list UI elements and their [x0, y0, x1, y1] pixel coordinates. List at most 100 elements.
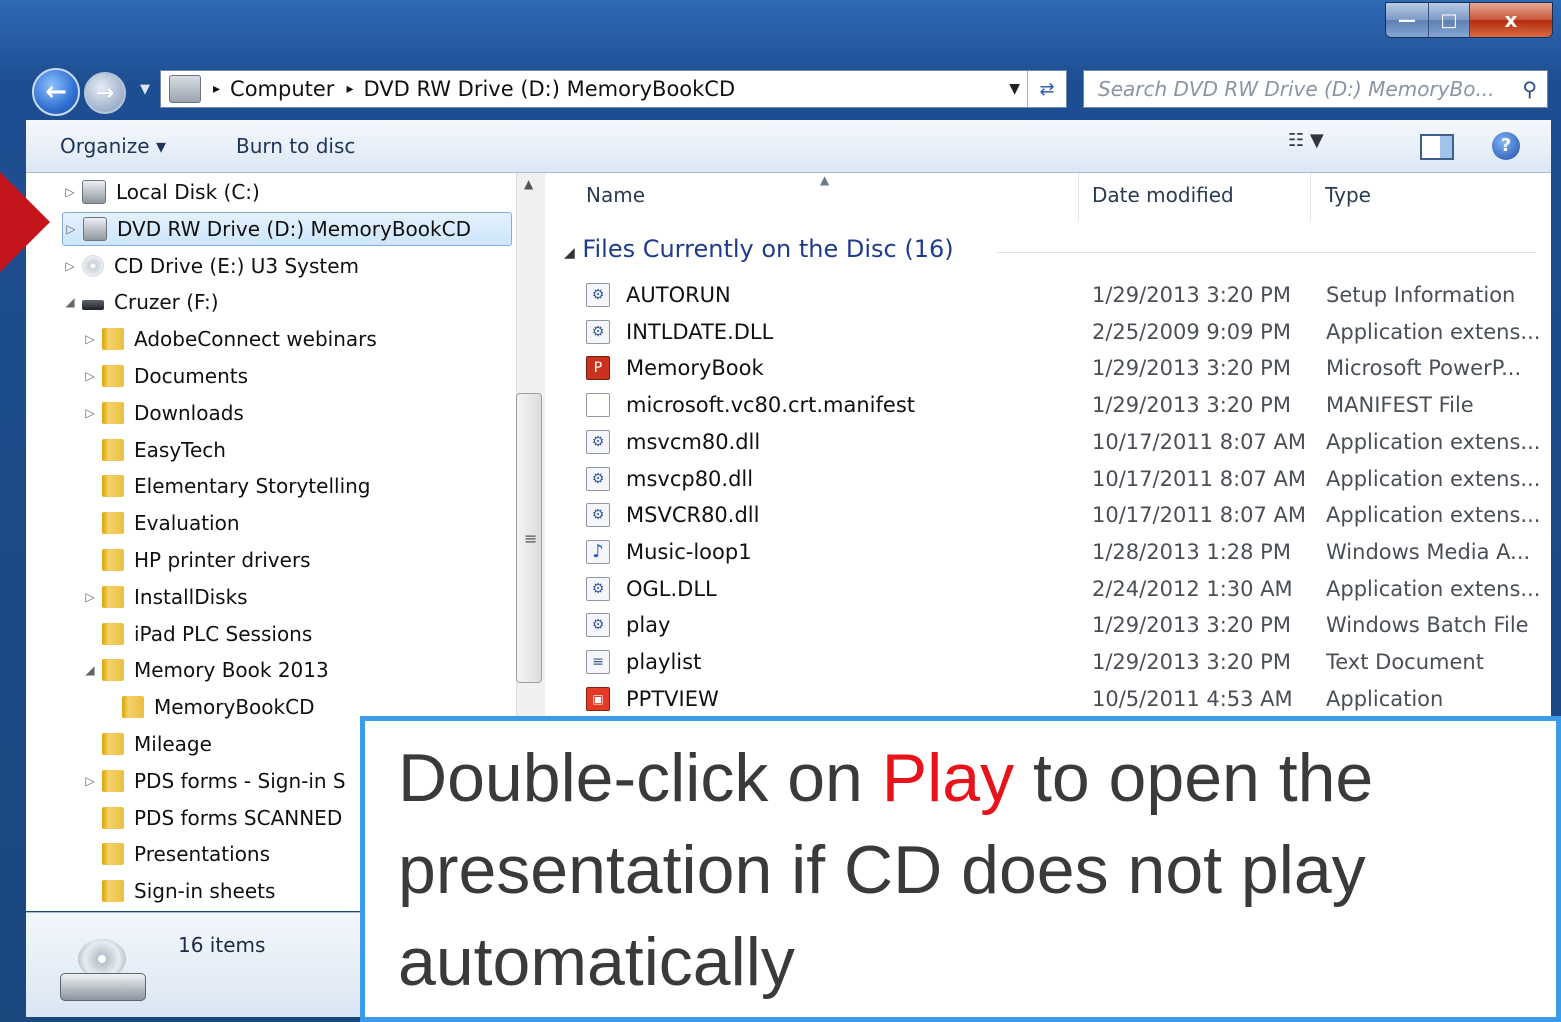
sidebar-item-label: Elementary Storytelling: [134, 474, 371, 499]
group-header[interactable]: ◢ Files Currently on the Disc (16): [564, 235, 954, 263]
file-type: Application extens...: [1326, 429, 1541, 454]
file-row[interactable]: ♪ Music-loop1 1/28/2013 1:28 PM Windows Med…: [586, 536, 1546, 572]
file-row[interactable]: P MemoryBook 1/29/2013 3:20 PM Microsoft Po…: [586, 352, 1546, 388]
file-row[interactable]: ⚙ INTLDATE.DLL 2/25/2009 9:09 PM Applicatio…: [586, 316, 1546, 352]
sidebar-item[interactable]: ◢ Cruzer (F:): [62, 285, 218, 319]
sidebar-item[interactable]: EasyTech: [82, 433, 226, 467]
folder-icon: [102, 512, 124, 535]
column-divider[interactable]: [1078, 173, 1079, 221]
sidebar-item[interactable]: MemoryBookCD: [102, 690, 314, 724]
sidebar-item[interactable]: ▷ DVD RW Drive (D:) MemoryBookCD: [62, 211, 512, 246]
column-divider[interactable]: [1310, 173, 1311, 221]
sidebar-item[interactable]: Evaluation: [82, 506, 240, 540]
help-icon[interactable]: ?: [1492, 132, 1520, 160]
organize-menu[interactable]: Organize ▾: [60, 134, 166, 158]
folder-icon: [102, 622, 124, 645]
file-name: INTLDATE.DLL: [626, 319, 774, 344]
column-header-name[interactable]: Name: [586, 183, 645, 207]
expand-arrow-icon[interactable]: ▷: [82, 369, 98, 383]
collapse-group-icon[interactable]: ◢: [564, 245, 575, 261]
dvd-drive-icon: [60, 939, 146, 1001]
breadcrumb-computer[interactable]: Computer: [230, 77, 334, 101]
sidebar-item[interactable]: ▷ Downloads: [82, 396, 244, 430]
instruction-text: Double-click on Play to open the present…: [398, 733, 1548, 1008]
sidebar-item[interactable]: ▷ CD Drive (E:) U3 System: [62, 249, 359, 283]
breadcrumb-separator-icon[interactable]: ▸: [346, 81, 353, 97]
back-arrow-icon[interactable]: ←: [32, 68, 80, 116]
minimize-button[interactable]: —: [1386, 3, 1429, 37]
breadcrumb-current-drive[interactable]: DVD RW Drive (D:) MemoryBookCD: [363, 77, 735, 101]
sidebar-item-label: DVD RW Drive (D:) MemoryBookCD: [117, 216, 471, 241]
file-date-modified: 10/5/2011 4:53 AM: [1092, 686, 1293, 711]
breadcrumb-separator-icon[interactable]: ▸: [213, 81, 220, 97]
sidebar-item[interactable]: ▷ Local Disk (C:): [62, 175, 260, 209]
sidebar-item[interactable]: ▷ AdobeConnect webinars: [82, 322, 376, 356]
column-header-type[interactable]: Type: [1325, 183, 1371, 207]
search-input[interactable]: Search DVD RW Drive (D:) MemoryBo... ⚲: [1083, 70, 1548, 108]
sidebar-item-label: Sign-in sheets: [134, 879, 276, 904]
file-type-icon: ▣: [586, 686, 610, 711]
search-icon[interactable]: ⚲: [1522, 77, 1537, 101]
folder-icon: [102, 328, 124, 351]
expand-arrow-icon[interactable]: ▷: [62, 259, 78, 273]
cd-icon: [82, 254, 104, 277]
expand-arrow-icon[interactable]: ◢: [82, 663, 98, 677]
expand-arrow-icon[interactable]: ▷: [82, 406, 98, 420]
address-bar[interactable]: ▸ Computer ▸ DVD RW Drive (D:) MemoryBoo…: [160, 70, 1067, 108]
sidebar-item[interactable]: ▷ Documents: [82, 359, 248, 393]
folder-icon: [102, 806, 124, 829]
file-row[interactable]: ▣ PPTVIEW 10/5/2011 4:53 AM Application: [586, 683, 1546, 719]
expand-arrow-icon[interactable]: ▷: [63, 222, 79, 236]
file-type: Setup Information: [1326, 283, 1516, 307]
file-row[interactable]: ⚙ play 1/29/2013 3:20 PM Windows Batch File: [586, 609, 1546, 645]
recent-pages-dropdown-icon[interactable]: ▼: [140, 82, 150, 97]
maximize-button[interactable]: □: [1429, 3, 1470, 37]
file-row[interactable]: ≡ playlist 1/29/2013 3:20 PM Text Document: [586, 646, 1546, 682]
refresh-icon[interactable]: ⇄: [1027, 71, 1066, 107]
sidebar-item-label: Evaluation: [134, 511, 240, 536]
sidebar-item-label: PDS forms SCANNED: [134, 805, 343, 830]
sidebar-item[interactable]: ◢ Memory Book 2013: [82, 653, 328, 687]
file-row[interactable]: ⚙ msvcm80.dll 10/17/2011 8:07 AM Applicatio…: [586, 426, 1546, 462]
burn-to-disc-button[interactable]: Burn to disc: [236, 134, 355, 158]
expand-arrow-icon[interactable]: ▷: [82, 590, 98, 604]
close-button[interactable]: x: [1470, 3, 1552, 37]
address-dropdown-icon[interactable]: ▼: [1009, 81, 1020, 97]
file-name: microsoft.vc80.crt.manifest: [626, 393, 915, 418]
sidebar-item[interactable]: HP printer drivers: [82, 543, 311, 577]
file-row[interactable]: ⚙ MSVCR80.dll 10/17/2011 8:07 AM Applicatio…: [586, 499, 1546, 535]
expand-arrow-icon[interactable]: ▷: [82, 774, 98, 788]
sidebar-item[interactable]: Presentations: [82, 837, 270, 871]
file-type: Application: [1326, 686, 1444, 711]
file-type-icon: ⚙: [586, 503, 610, 528]
expand-arrow-icon[interactable]: ◢: [62, 295, 78, 309]
sidebar-item-label: Downloads: [134, 400, 244, 425]
sidebar-item[interactable]: PDS forms SCANNED: [82, 801, 342, 835]
forward-arrow-icon[interactable]: →: [84, 72, 126, 114]
file-type-icon: ⚙: [586, 613, 610, 638]
scroll-up-icon[interactable]: ▲: [524, 177, 533, 191]
preview-pane-icon[interactable]: [1420, 134, 1454, 160]
file-date-modified: 1/29/2013 3:20 PM: [1092, 613, 1291, 638]
sidebar-item[interactable]: ▷ PDS forms - Sign-in S: [82, 764, 345, 798]
expand-arrow-icon[interactable]: ▷: [82, 332, 98, 346]
drive-icon: [82, 180, 106, 204]
column-header-date-modified[interactable]: Date modified: [1092, 183, 1234, 207]
file-type-icon: P: [586, 356, 610, 381]
file-type-icon: ⚙: [586, 576, 610, 601]
usb-icon: [82, 300, 104, 311]
expand-arrow-icon[interactable]: ▷: [62, 185, 78, 199]
file-type: Application extens...: [1326, 503, 1541, 528]
sidebar-item[interactable]: Mileage: [82, 727, 212, 761]
sidebar-item[interactable]: Elementary Storytelling: [82, 469, 371, 503]
sidebar-item-label: CD Drive (E:) U3 System: [114, 253, 360, 278]
file-row[interactable]: ⚙ OGL.DLL 2/24/2012 1:30 AM Application ext…: [586, 573, 1546, 609]
file-row[interactable]: ⚙ AUTORUN 1/29/2013 3:20 PM Setup Informati…: [586, 279, 1546, 315]
file-row[interactable]: ⚙ msvcp80.dll 10/17/2011 8:07 AM Applicatio…: [586, 463, 1546, 499]
view-options-icon[interactable]: ☷ ▼: [1288, 130, 1324, 151]
sidebar-item[interactable]: ▷ InstallDisks: [82, 580, 247, 614]
sidebar-item[interactable]: iPad PLC Sessions: [82, 617, 312, 651]
file-row[interactable]: microsoft.vc80.crt.manifest 1/29/2013 3:2…: [586, 389, 1546, 425]
file-date-modified: 10/17/2011 8:07 AM: [1092, 503, 1307, 528]
sidebar-item[interactable]: Sign-in sheets: [82, 874, 275, 908]
